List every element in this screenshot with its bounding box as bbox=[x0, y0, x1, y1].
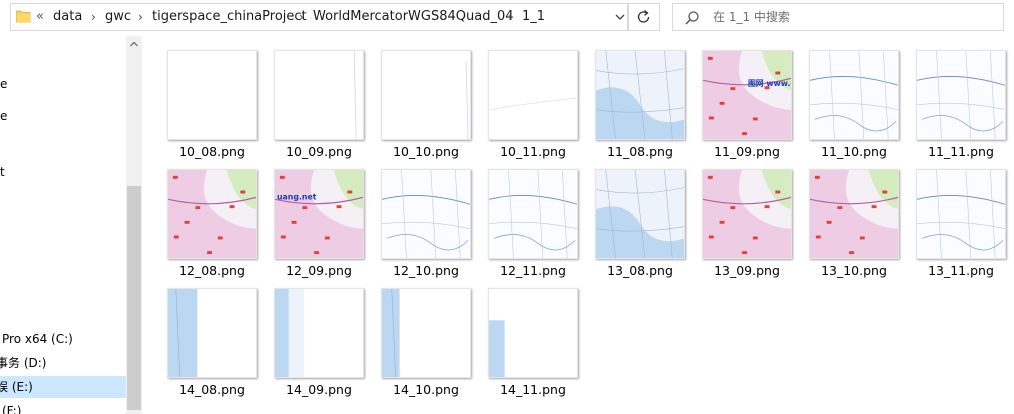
file-tile[interactable]: 11_08.png bbox=[587, 43, 693, 159]
thumbnail-image bbox=[167, 169, 257, 259]
file-name: 11_08.png bbox=[607, 144, 673, 159]
file-name: 14_10.png bbox=[393, 382, 459, 397]
top-bar: « data › gwc › tigerspace_chinaProject ›… bbox=[0, 0, 1014, 36]
thumbnail-image: uang.net bbox=[274, 169, 364, 259]
file-name: 14_09.png bbox=[286, 382, 352, 397]
chevron-right-icon[interactable]: › bbox=[91, 4, 96, 30]
file-tile[interactable]: 12_08.png bbox=[159, 162, 265, 278]
file-name: 10_09.png bbox=[286, 144, 352, 159]
thumbnail-watermark: uang.net bbox=[277, 192, 317, 201]
thumbnail-image bbox=[595, 50, 685, 140]
search-box[interactable]: 在 1_1 中搜索 bbox=[672, 3, 1004, 31]
file-name: 13_10.png bbox=[821, 263, 887, 278]
file-name: 13_08.png bbox=[607, 263, 673, 278]
thumbnail-image: 图网 www.g bbox=[702, 50, 792, 140]
thumbnail-image bbox=[381, 169, 471, 259]
file-tile[interactable]: uang.net 12_09.png bbox=[266, 162, 372, 278]
file-tile[interactable]: 14_09.png bbox=[266, 281, 372, 397]
thumbnail-image bbox=[488, 50, 578, 140]
nav-item-drive-c[interactable]: Pro x64 (C:) bbox=[0, 328, 126, 350]
file-name: 12_11.png bbox=[500, 263, 566, 278]
nav-item-drive-f[interactable]: (F:) bbox=[0, 400, 126, 414]
thumbnail-image bbox=[916, 169, 1006, 259]
nav-scrollbar[interactable] bbox=[126, 36, 142, 414]
thumbnail-image bbox=[381, 50, 471, 140]
scroll-up-arrow-icon[interactable] bbox=[126, 36, 142, 52]
nav-item-label: Pro x64 (C:) bbox=[2, 332, 73, 346]
nav-item-label: 事务 (D:) bbox=[0, 356, 47, 370]
file-tile[interactable]: 11_10.png bbox=[801, 43, 907, 159]
folder-icon bbox=[16, 10, 31, 23]
file-tile[interactable]: 13_10.png bbox=[801, 162, 907, 278]
thumbnail-image bbox=[274, 288, 364, 378]
thumbnail-watermark: 图网 www.g bbox=[748, 79, 791, 88]
file-tile[interactable]: 11_11.png bbox=[908, 43, 1014, 159]
breadcrumb-gwc[interactable]: gwc bbox=[105, 4, 131, 30]
overflow-breadcrumb[interactable]: « bbox=[36, 4, 44, 30]
nav-fragment[interactable]: t bbox=[0, 164, 10, 180]
file-tile[interactable]: 13_09.png bbox=[694, 162, 800, 278]
file-tile[interactable]: 13_11.png bbox=[908, 162, 1014, 278]
file-tile[interactable]: 图网 www.g 11_09.png bbox=[694, 43, 800, 159]
file-tile[interactable]: 10_08.png bbox=[159, 43, 265, 159]
file-name: 11_09.png bbox=[714, 144, 780, 159]
file-tile[interactable]: 12_10.png bbox=[373, 162, 479, 278]
chevron-right-icon[interactable]: › bbox=[138, 4, 143, 30]
scrollbar-thumb[interactable] bbox=[127, 186, 141, 410]
file-name: 11_11.png bbox=[928, 144, 994, 159]
breadcrumb-tigerspace[interactable]: tigerspace_chinaProject bbox=[152, 4, 307, 30]
file-name: 13_09.png bbox=[714, 263, 780, 278]
file-tile[interactable]: 13_08.png bbox=[587, 162, 693, 278]
file-tile[interactable]: 10_10.png bbox=[373, 43, 479, 159]
thumbnail-image bbox=[809, 169, 899, 259]
file-name: 10_11.png bbox=[500, 144, 566, 159]
navigation-pane: e e t Pro x64 (C:) 事务 (D:) 娱 (E:) (F:) bbox=[0, 36, 126, 414]
file-tile[interactable]: 14_11.png bbox=[480, 281, 586, 397]
thumbnail-image bbox=[809, 50, 899, 140]
search-icon bbox=[685, 11, 699, 25]
address-bar[interactable]: « data › gwc › tigerspace_chinaProject ›… bbox=[10, 3, 628, 31]
file-name: 10_08.png bbox=[179, 144, 245, 159]
file-name: 10_10.png bbox=[393, 144, 459, 159]
file-name: 13_11.png bbox=[928, 263, 994, 278]
thumbnail-image bbox=[167, 288, 257, 378]
thumbnail-image bbox=[274, 50, 364, 140]
refresh-button[interactable] bbox=[628, 3, 660, 31]
nav-item-drive-d[interactable]: 事务 (D:) bbox=[0, 352, 126, 374]
thumbnail-image bbox=[595, 169, 685, 259]
nav-item-label: 娱 (E:) bbox=[0, 380, 33, 394]
breadcrumb-current[interactable]: 1_1 bbox=[522, 4, 545, 30]
thumbnail-image bbox=[702, 169, 792, 259]
file-name: 14_08.png bbox=[179, 382, 245, 397]
chevron-right-icon[interactable]: › bbox=[299, 4, 304, 30]
file-tile[interactable]: 14_10.png bbox=[373, 281, 479, 397]
file-name: 11_10.png bbox=[821, 144, 887, 159]
file-list: 10_08.png 10_09.png 10_10.png 10_11.png 11_0… bbox=[142, 36, 1014, 414]
nav-fragment[interactable]: e bbox=[0, 76, 10, 92]
breadcrumb-worldmercator[interactable]: WorldMercatorWGS84Quad_04 bbox=[313, 4, 514, 30]
file-tile[interactable]: 10_09.png bbox=[266, 43, 372, 159]
nav-item-drive-e[interactable]: 娱 (E:) bbox=[0, 376, 126, 398]
thumbnail-image bbox=[916, 50, 1006, 140]
chevron-right-icon[interactable]: › bbox=[508, 4, 513, 30]
search-input[interactable]: 在 1_1 中搜索 bbox=[713, 4, 790, 30]
thumbnail-image bbox=[167, 50, 257, 140]
file-tile[interactable]: 12_11.png bbox=[480, 162, 586, 278]
file-name: 12_08.png bbox=[179, 263, 245, 278]
nav-fragment[interactable]: e bbox=[0, 108, 10, 124]
nav-item-label: (F:) bbox=[2, 404, 22, 414]
file-tile[interactable]: 14_08.png bbox=[159, 281, 265, 397]
thumbnail-image bbox=[488, 169, 578, 259]
thumbnail-image bbox=[488, 288, 578, 378]
breadcrumb-data[interactable]: data bbox=[53, 4, 82, 30]
file-name: 14_11.png bbox=[500, 382, 566, 397]
thumbnail-image bbox=[381, 288, 471, 378]
nav-fragment[interactable] bbox=[0, 140, 10, 156]
file-name: 12_10.png bbox=[393, 263, 459, 278]
file-tile[interactable]: 10_11.png bbox=[480, 43, 586, 159]
refresh-icon bbox=[637, 10, 650, 23]
file-name: 12_09.png bbox=[286, 263, 352, 278]
